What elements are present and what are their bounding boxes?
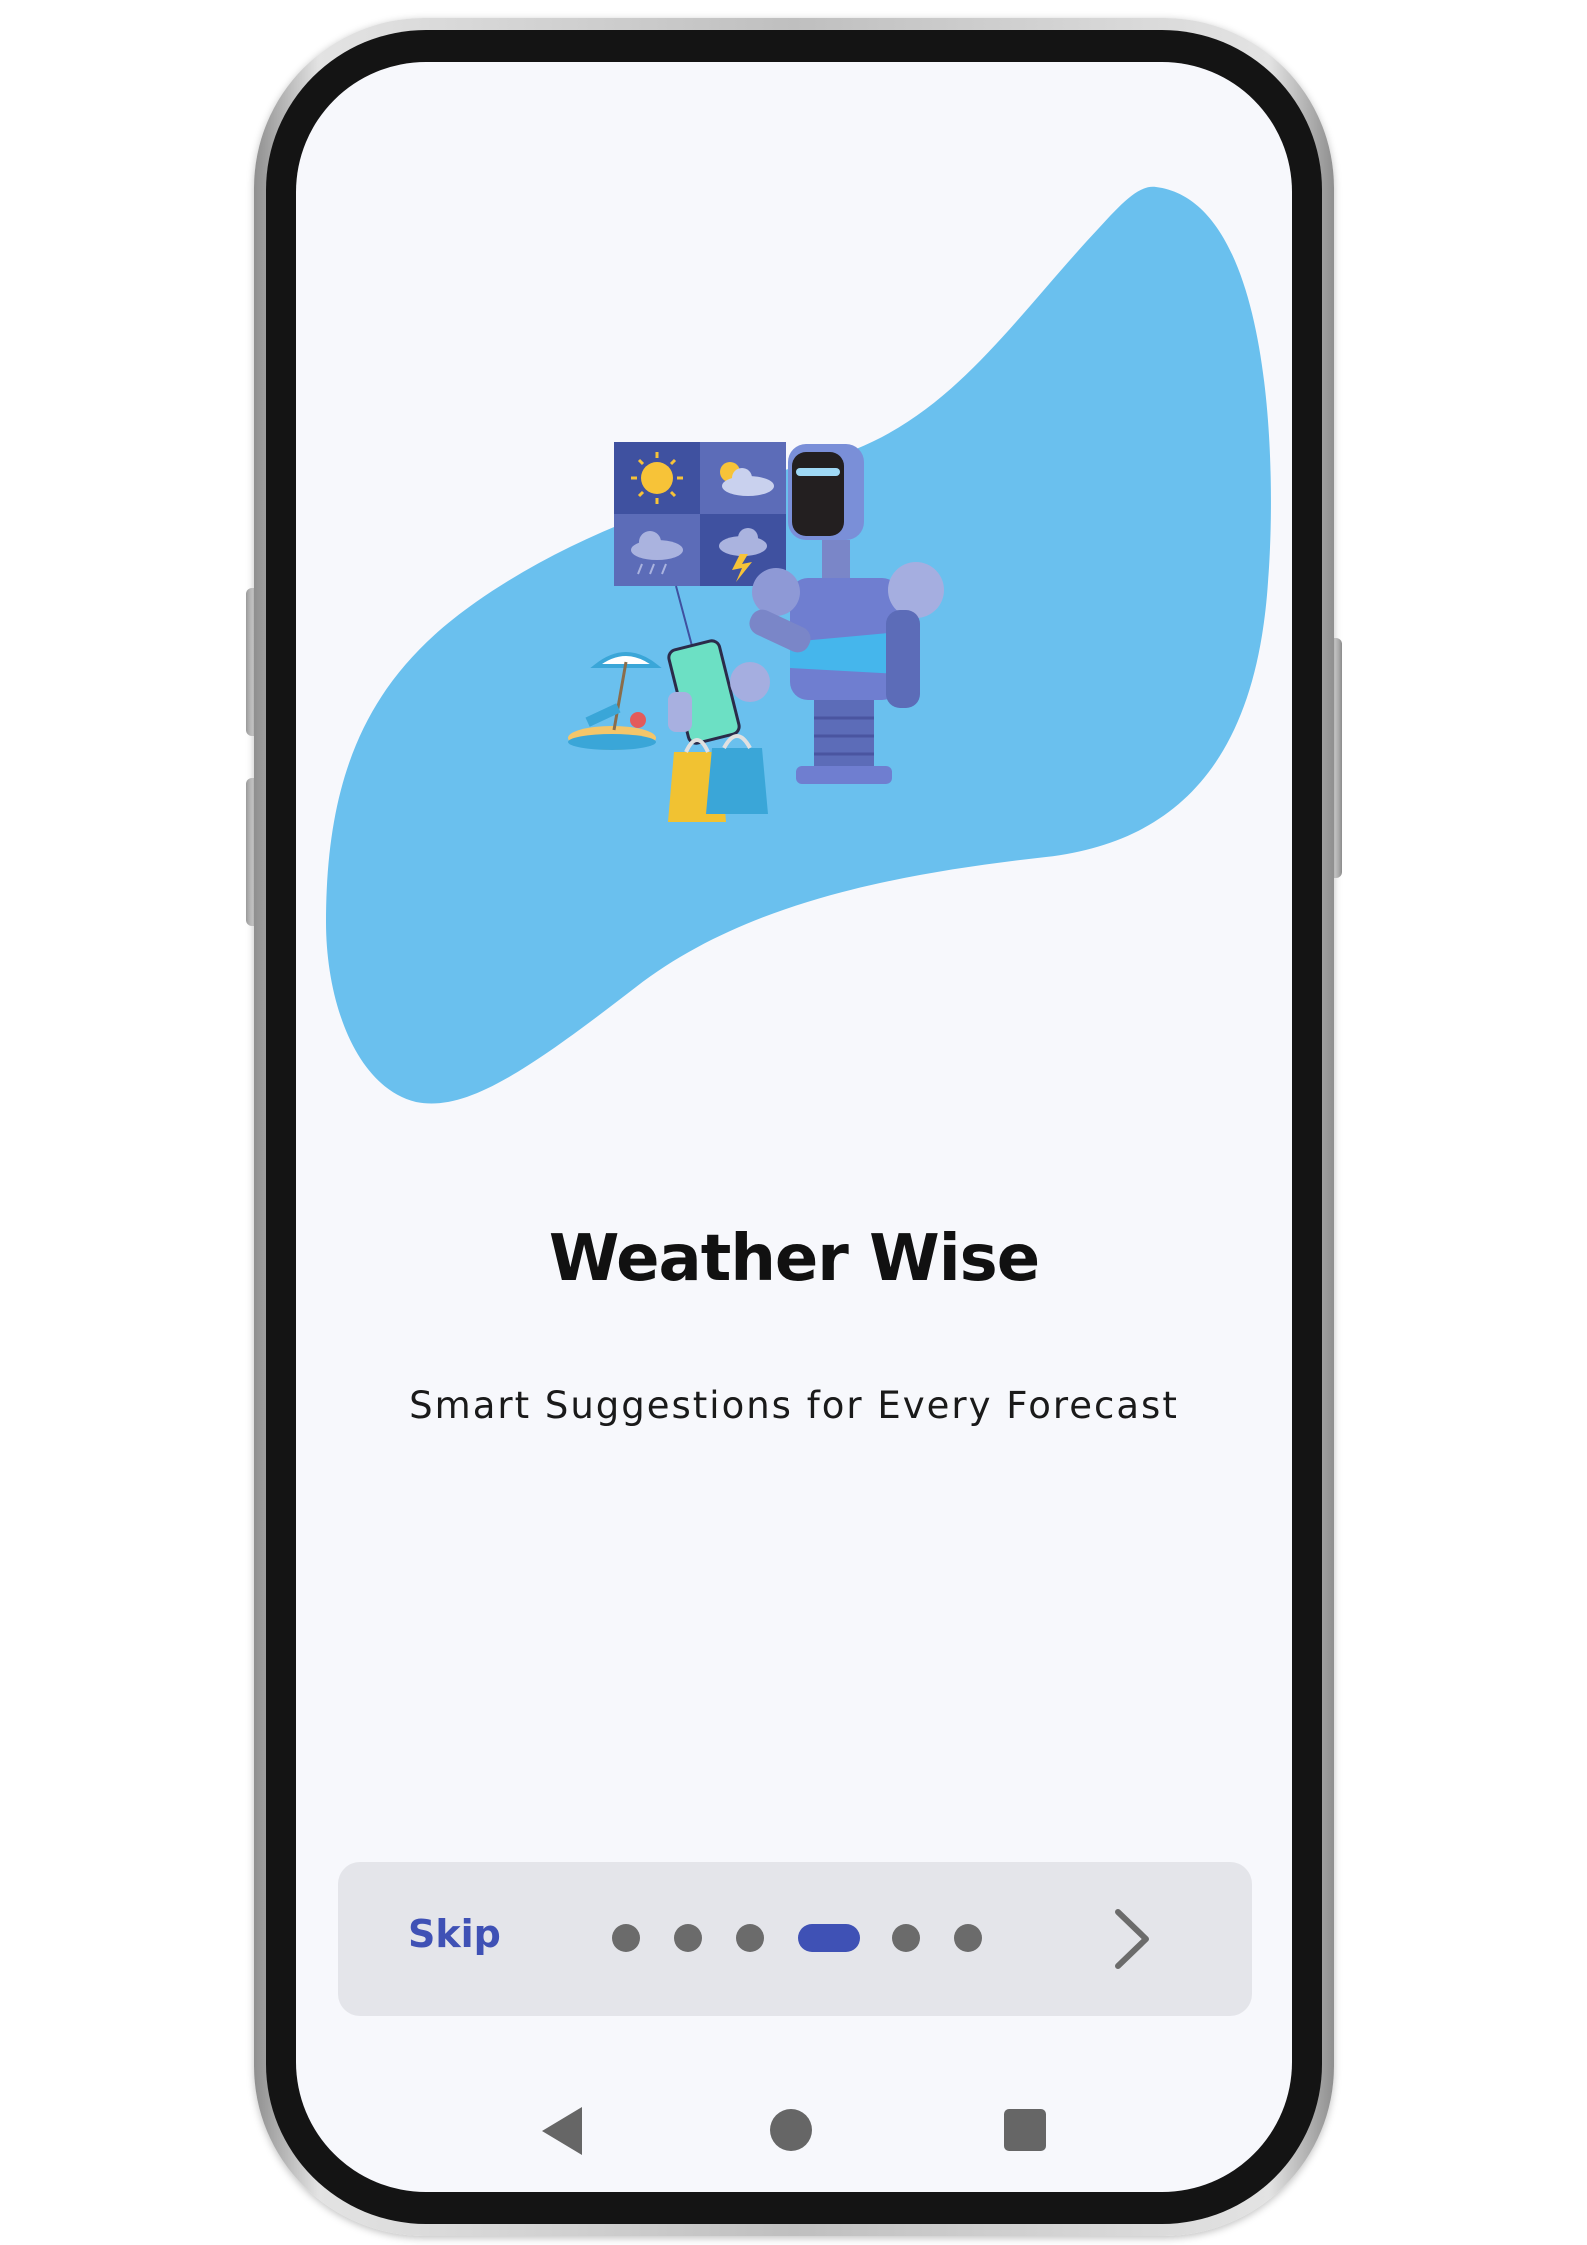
chevron-right-icon	[1115, 1909, 1149, 1969]
app-screen: Weather Wise Smart Suggestions for Every…	[296, 62, 1292, 2192]
page-dot-2[interactable]	[674, 1924, 702, 1952]
onboarding-title: Weather Wise	[548, 1222, 1040, 1296]
triangle-back-icon[interactable]	[542, 2107, 582, 2155]
onboarding-subtitle: Smart Suggestions for Every Forecast	[409, 1384, 1179, 1427]
shopping-bags-icon	[668, 734, 768, 822]
weather-grid-icon	[614, 442, 786, 586]
square-recents-icon[interactable]	[1004, 2109, 1046, 2151]
circle-home-icon[interactable]	[770, 2109, 812, 2151]
page-dot-3[interactable]	[736, 1924, 764, 1952]
page-dot-6[interactable]	[954, 1924, 982, 1952]
page-dot-4-active[interactable]	[798, 1924, 860, 1952]
onboarding-controls-bar: Skip	[338, 1862, 1252, 2016]
robot-weather-illustration	[568, 442, 944, 822]
beach-umbrella-icon	[568, 652, 662, 750]
next-button[interactable]	[1096, 1902, 1166, 1976]
page-dot-5[interactable]	[892, 1924, 920, 1952]
phone-screen-icon	[667, 585, 741, 745]
page-dot-1[interactable]	[612, 1924, 640, 1952]
device-frame: Weather Wise Smart Suggestions for Every…	[0, 0, 1587, 2245]
system-navigation-bar	[296, 2107, 1292, 2187]
